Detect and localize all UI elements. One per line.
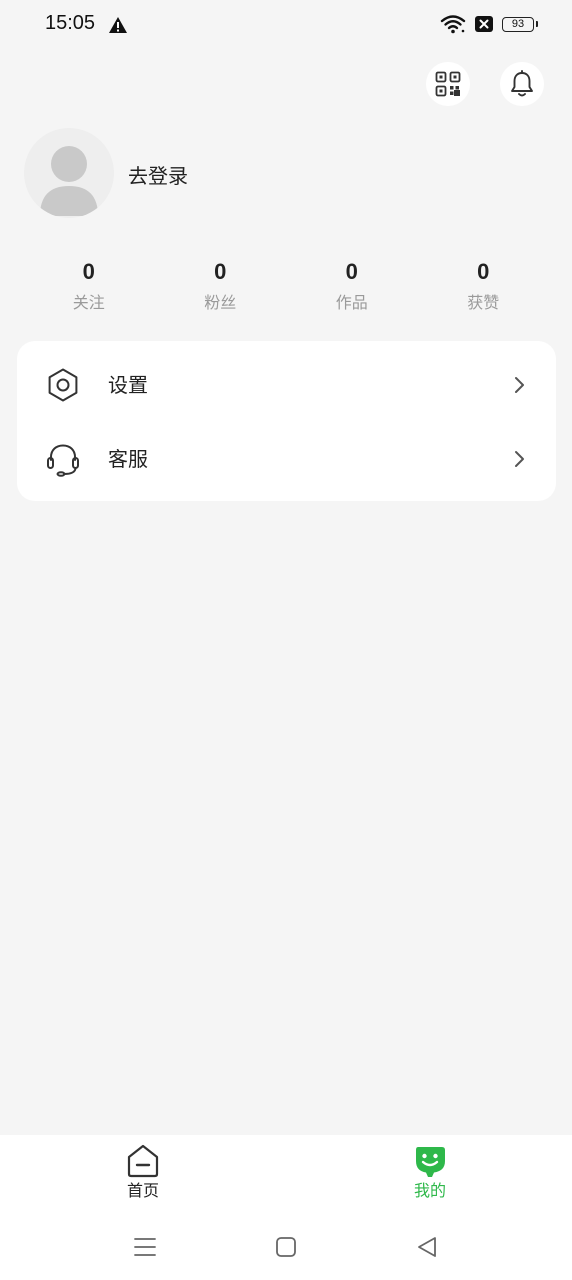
bell-icon [511,70,533,97]
menu-item-label: 客服 [108,447,148,471]
stat-fans[interactable]: 0 粉丝 [155,258,287,314]
stat-value: 0 [214,259,227,284]
sim-blocked-icon [475,16,493,32]
notification-button[interactable] [500,62,544,106]
system-nav-bar [0,1213,572,1280]
stat-label: 获赞 [467,293,500,312]
menu-card: 设置 客服 [17,341,556,501]
tab-home[interactable]: 首页 [103,1143,183,1201]
home-tab-icon [127,1144,159,1178]
wifi-icon [440,15,466,34]
chevron-right-icon [515,377,524,393]
stat-works[interactable]: 0 作品 [286,258,418,314]
home-square-icon[interactable] [272,1233,300,1261]
avatar[interactable] [24,128,114,218]
status-icons: 93 [440,14,538,34]
stat-value: 0 [345,259,358,284]
stat-value: 0 [477,259,490,284]
mine-tab-icon [416,1147,445,1177]
stat-label: 作品 [335,293,368,312]
stat-value: 0 [82,259,95,284]
stat-following[interactable]: 0 关注 [23,258,155,314]
stats-row: 0 关注 0 粉丝 0 作品 0 获赞 [23,258,549,314]
menu-lines-icon[interactable] [131,1233,159,1261]
qr-code-icon [435,71,461,97]
qr-code-button[interactable] [426,62,470,106]
tab-mine[interactable]: 我的 [390,1143,470,1201]
battery-level: 93 [511,17,525,30]
settings-gear-icon [48,368,78,402]
battery-icon: 93 [502,16,538,32]
bottom-tab-bar: 首页 我的 [0,1135,572,1213]
alert-triangle-icon [109,17,127,33]
chevron-right-icon [515,451,524,467]
tab-label: 首页 [126,1181,159,1200]
menu-item-settings[interactable]: 设置 [17,355,556,415]
login-link[interactable]: 去登录 [128,160,188,189]
headset-icon [47,444,79,477]
stat-label: 粉丝 [204,293,237,312]
menu-item-label: 设置 [108,373,148,397]
stat-label: 关注 [72,293,105,312]
default-avatar-icon [40,146,98,216]
menu-item-customer-service[interactable]: 客服 [17,429,556,489]
status-bar: 15:05 93 [0,0,572,52]
status-time: 15:05 [45,12,96,34]
tab-label: 我的 [413,1181,446,1200]
back-triangle-icon[interactable] [413,1233,441,1261]
stat-likes[interactable]: 0 获赞 [418,258,550,314]
